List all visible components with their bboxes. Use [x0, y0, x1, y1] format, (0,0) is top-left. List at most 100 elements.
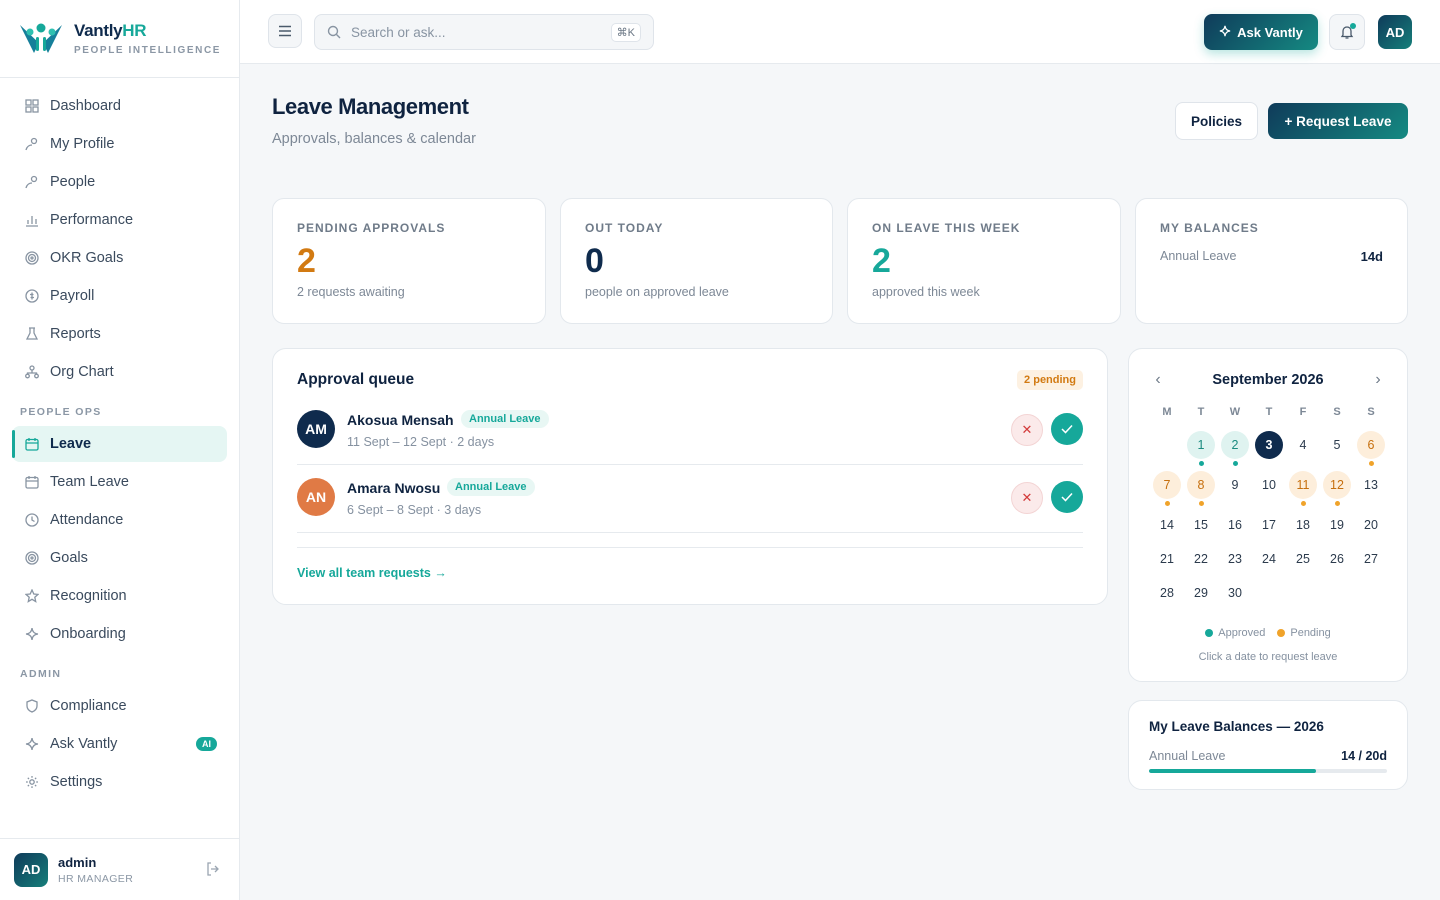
star-icon: [24, 588, 40, 604]
sidebar-item-label: Recognition: [50, 588, 127, 604]
calendar-day[interactable]: 24: [1255, 545, 1283, 573]
hamburger-icon: [279, 25, 291, 37]
calendar-day[interactable]: 5: [1323, 431, 1351, 459]
policies-button[interactable]: Policies: [1175, 102, 1258, 140]
search-bar[interactable]: ⌘K: [314, 14, 654, 50]
logout-icon[interactable]: [205, 861, 221, 877]
calendar-day[interactable]: 3: [1255, 431, 1283, 459]
calendar-day[interactable]: 6: [1357, 431, 1385, 459]
sidebar-item-performance[interactable]: Performance: [12, 202, 227, 238]
approve-button[interactable]: [1051, 413, 1083, 445]
user-role: HR MANAGER: [58, 872, 134, 885]
calendar-day[interactable]: 26: [1323, 545, 1351, 573]
page-subtitle: Approvals, balances & calendar: [272, 131, 476, 147]
page-title: Leave Management: [272, 94, 469, 119]
sidebar-item-attendance[interactable]: Attendance: [12, 502, 227, 538]
sidebar-item-label: Org Chart: [50, 364, 114, 380]
calendar-day[interactable]: 25: [1289, 545, 1317, 573]
calendar-dow: M: [1162, 406, 1172, 418]
calendar-day[interactable]: 17: [1255, 511, 1283, 539]
view-all-requests-link[interactable]: View all team requests →: [297, 566, 447, 580]
chevron-right-icon[interactable]: ›: [1369, 371, 1387, 389]
calendar-day-dot: [1198, 501, 1204, 506]
vantly-logo-icon: [20, 23, 62, 53]
sidebar-item-my-profile[interactable]: My Profile: [12, 126, 227, 162]
calendar-day[interactable]: 11: [1289, 471, 1317, 499]
search-input[interactable]: [351, 24, 591, 40]
approve-button[interactable]: [1051, 481, 1083, 513]
balance-progress-fill: [1149, 769, 1316, 773]
sidebar-item-label: Dashboard: [50, 98, 121, 114]
calendar-day[interactable]: 4: [1289, 431, 1317, 459]
sidebar-item-recognition[interactable]: Recognition: [12, 578, 227, 614]
stat-value: 2: [872, 242, 891, 280]
calendar-day[interactable]: 10: [1255, 471, 1283, 499]
sidebar-item-leave[interactable]: Leave: [12, 426, 227, 462]
sidebar-item-okr-goals[interactable]: OKR Goals: [12, 240, 227, 276]
leave-calendar: ‹ September 2026 › M T W T F S S 1 2 3 4 5 6 7 8 9 10 11 1…: [1128, 348, 1408, 682]
calendar-day[interactable]: 13: [1357, 471, 1385, 499]
calendar-day[interactable]: 27: [1357, 545, 1385, 573]
stat-on-leave-week: ON LEAVE THIS WEEK 2 approved this week: [847, 198, 1121, 324]
reject-button[interactable]: ✕: [1011, 414, 1043, 446]
sidebar-item-team-leave[interactable]: Team Leave: [12, 464, 227, 500]
calendar-day[interactable]: 28: [1153, 579, 1181, 607]
calendar-dow: T: [1197, 406, 1205, 418]
avatar[interactable]: AD: [14, 852, 48, 887]
stat-label: ON LEAVE THIS WEEK: [872, 221, 1021, 235]
request-leave-button[interactable]: + Request Leave: [1268, 103, 1408, 139]
calendar-day[interactable]: 2: [1221, 431, 1249, 459]
calendar-day-dot: [1300, 501, 1306, 506]
sidebar-item-payroll[interactable]: Payroll: [12, 278, 227, 314]
list-item: AN Amara Nwosu Annual Leave 6 Sept – 8 S…: [297, 465, 1083, 533]
sidebar-item-org-chart[interactable]: Org Chart: [12, 354, 227, 390]
calendar-day[interactable]: 14: [1153, 511, 1181, 539]
calendar-day[interactable]: 20: [1357, 511, 1385, 539]
calendar-day[interactable]: 8: [1187, 471, 1215, 499]
stat-desc: people on approved leave: [585, 285, 729, 299]
calendar-dow: S: [1333, 406, 1341, 418]
balance-row-value: 14d: [1360, 249, 1383, 264]
sidebar-item-ask-vantly[interactable]: Ask Vantly AI: [12, 726, 227, 762]
leave-type-tag: Annual Leave: [461, 410, 549, 428]
user-icon: [24, 136, 40, 152]
sidebar-item-onboarding[interactable]: Onboarding: [12, 616, 227, 652]
calendar-day[interactable]: 12: [1323, 471, 1351, 499]
sidebar-item-goals[interactable]: Goals: [12, 540, 227, 576]
sidebar-item-label: Ask Vantly: [50, 736, 118, 752]
ask-vantly-button[interactable]: Ask Vantly: [1204, 14, 1318, 50]
calendar-day[interactable]: 1: [1187, 431, 1215, 459]
calendar-day[interactable]: 23: [1221, 545, 1249, 573]
sidebar-item-settings[interactable]: Settings: [12, 764, 227, 800]
calendar-day[interactable]: 18: [1289, 511, 1317, 539]
calendar-day[interactable]: 7: [1153, 471, 1181, 499]
sidebar-item-compliance[interactable]: Compliance: [12, 688, 227, 724]
brand-name: VantlyHR: [74, 21, 147, 40]
calendar-day[interactable]: 22: [1187, 545, 1215, 573]
brand[interactable]: VantlyHR PEOPLE INTELLIGENCE: [0, 0, 239, 78]
calendar-icon: [24, 474, 40, 490]
sidebar-nav: Dashboard My Profile People Performance …: [0, 78, 239, 800]
sidebar-item-people[interactable]: People: [12, 164, 227, 200]
calendar-day[interactable]: 9: [1221, 471, 1249, 499]
notifications-button[interactable]: [1329, 14, 1365, 50]
calendar-day-dot: [1368, 461, 1374, 466]
sidebar-item-dashboard[interactable]: Dashboard: [12, 88, 227, 124]
calendar-day[interactable]: 16: [1221, 511, 1249, 539]
calendar-day[interactable]: 15: [1187, 511, 1215, 539]
user-avatar[interactable]: AD: [1378, 15, 1412, 49]
sidebar-item-reports[interactable]: Reports: [12, 316, 227, 352]
bar-chart-icon: [24, 212, 40, 228]
calendar-day[interactable]: 30: [1221, 579, 1249, 607]
search-shortcut: ⌘K: [610, 23, 641, 42]
calendar-day[interactable]: 29: [1187, 579, 1215, 607]
menu-button[interactable]: [268, 14, 302, 48]
request-name: Amara Nwosu: [347, 480, 441, 496]
reject-button[interactable]: ✕: [1011, 482, 1043, 514]
sidebar-item-label: Settings: [50, 774, 103, 790]
calendar-day[interactable]: 19: [1323, 511, 1351, 539]
stat-value: 0: [585, 242, 604, 280]
avatar: AM: [297, 410, 335, 448]
search-icon: [327, 25, 341, 39]
calendar-day[interactable]: 21: [1153, 545, 1181, 573]
